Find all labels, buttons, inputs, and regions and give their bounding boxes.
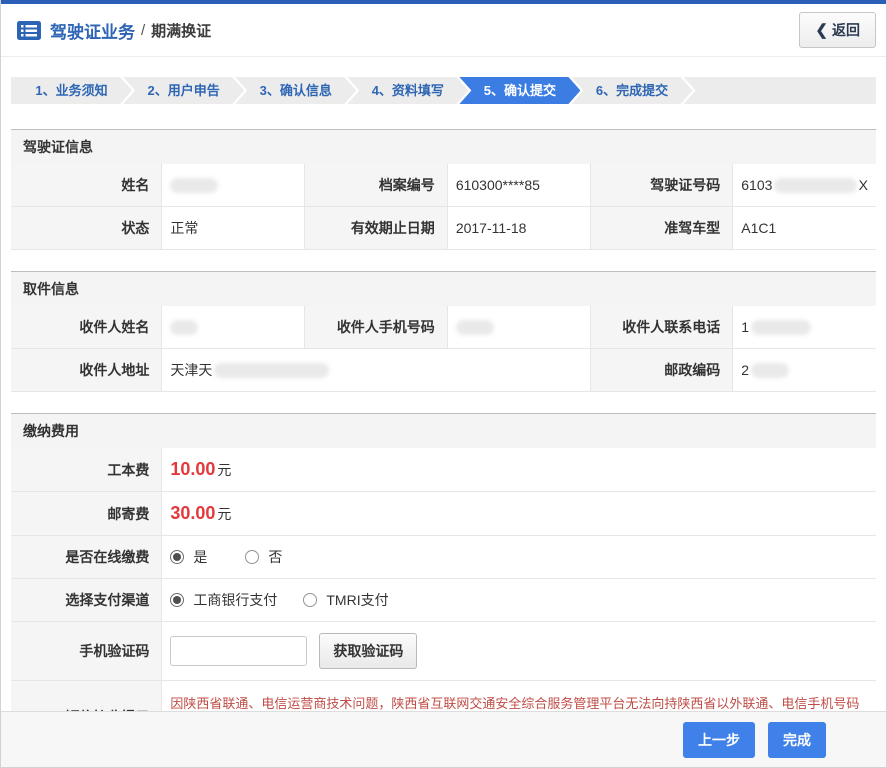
file-no-value: 610300****85 <box>447 164 591 207</box>
breadcrumb-current: 期满换证 <box>151 22 212 40</box>
radio-channel-tmri[interactable] <box>303 593 318 607</box>
payment-channel-options: 工商银行支付 TMRI支付 <box>162 579 876 622</box>
redacted-mobile <box>455 319 494 335</box>
license-no-value: 6103 X <box>733 164 876 207</box>
captcha-label: 手机验证码 <box>11 622 163 681</box>
radio-online-no-label[interactable]: 否 <box>268 547 282 567</box>
step-bar-filler <box>683 77 876 104</box>
status-label: 状态 <box>11 207 163 250</box>
postcode-value: 2 <box>733 349 876 392</box>
online-payment-options: 是 否 <box>162 536 876 579</box>
recipient-phone-value: 1 <box>733 306 876 349</box>
footer-action-bar: 上一步 完成 <box>1 711 886 767</box>
expiry-label: 有效期止日期 <box>305 207 448 250</box>
radio-channel-icbc-label[interactable]: 工商银行支付 <box>193 590 277 610</box>
radio-online-yes[interactable] <box>170 550 185 564</box>
pickup-section-title: 取件信息 <box>11 271 876 306</box>
vehicle-class-label: 准驾车型 <box>590 207 734 250</box>
radio-channel-icbc[interactable] <box>170 593 185 607</box>
previous-step-button[interactable]: 上一步 <box>683 721 755 758</box>
license-section-title: 驾驶证信息 <box>11 129 876 164</box>
postage-amount: 30.00 <box>170 503 216 523</box>
postage-unit: 元 <box>217 505 232 522</box>
redacted-phone <box>751 319 812 335</box>
postage-label: 邮寄费 <box>11 492 163 536</box>
breadcrumb-separator: / <box>141 21 146 39</box>
captcha-row: 手机验证码 获取验证码 <box>11 622 876 681</box>
fee-amount: 10.00 <box>170 459 216 479</box>
step-5-confirm-submit[interactable]: 5、确认提交 <box>459 77 580 104</box>
file-no-label: 档案编号 <box>305 164 448 207</box>
license-no-suffix: X <box>858 177 868 193</box>
list-icon <box>17 20 41 40</box>
step-3-confirm-info[interactable]: 3、确认信息 <box>235 77 356 104</box>
chevron-left-icon: ❮ <box>815 21 828 39</box>
radio-online-no[interactable] <box>245 550 260 564</box>
payment-channel-label: 选择支付渠道 <box>11 579 163 622</box>
redacted-recipient-name <box>170 319 199 335</box>
page-header: 驾驶证业务 / 期满换证 ❮ 返回 <box>1 4 886 57</box>
redacted-address <box>214 362 330 378</box>
page-title: 驾驶证业务 <box>50 22 135 42</box>
recipient-mobile-label: 收件人手机号码 <box>305 306 448 349</box>
back-button-label: 返回 <box>832 22 860 38</box>
online-payment-row: 是否在线缴费 是 否 <box>11 536 876 579</box>
redacted-name <box>170 177 219 193</box>
postage-value: 30.00 元 <box>162 492 876 536</box>
fee-row: 工本费 10.00 元 <box>11 448 876 492</box>
payment-section: 缴纳费用 工本费 10.00 元 邮寄费 30.00 元 是否在线缴费 是 否 <box>11 413 876 754</box>
step-progress-bar: 1、业务须知 2、用户申告 3、确认信息 4、资料填写 5、确认提交 6、完成提… <box>11 77 876 104</box>
name-value <box>162 164 306 207</box>
name-label: 姓名 <box>11 164 163 207</box>
license-no-prefix: 6103 <box>741 177 773 193</box>
fee-label: 工本费 <box>11 448 163 492</box>
phone-prefix: 1 <box>741 319 750 335</box>
recipient-name-label: 收件人姓名 <box>11 306 163 349</box>
step-2-declaration[interactable]: 2、用户申告 <box>123 77 244 104</box>
radio-channel-tmri-label[interactable]: TMRI支付 <box>326 590 388 610</box>
postage-row: 邮寄费 30.00 元 <box>11 492 876 536</box>
step-6-finish[interactable]: 6、完成提交 <box>571 77 692 104</box>
recipient-mobile-value <box>447 306 591 349</box>
page: 驾驶证业务 / 期满换证 ❮ 返回 1、业务须知 2、用户申告 3、确认信息 4… <box>0 0 887 768</box>
license-no-label: 驾驶证号码 <box>590 164 734 207</box>
address-prefix: 天津天 <box>170 362 213 378</box>
finish-button[interactable]: 完成 <box>768 721 826 758</box>
recipient-name-value <box>162 306 306 349</box>
expiry-value: 2017-11-18 <box>447 207 591 250</box>
pickup-table: 收件人姓名 收件人手机号码 收件人联系电话 1 收件人地址 天津天 邮政编码 2 <box>11 306 876 392</box>
license-info-section: 驾驶证信息 姓名 档案编号 610300****85 驾驶证号码 6103 X … <box>11 129 876 250</box>
captcha-field-group: 获取验证码 <box>162 622 876 681</box>
address-value: 天津天 <box>162 349 591 392</box>
address-label: 收件人地址 <box>11 349 163 392</box>
recipient-phone-label: 收件人联系电话 <box>590 306 734 349</box>
license-table: 姓名 档案编号 610300****85 驾驶证号码 6103 X 状态 正常 … <box>11 164 876 250</box>
payment-channel-row: 选择支付渠道 工商银行支付 TMRI支付 <box>11 579 876 622</box>
step-1-notice[interactable]: 1、业务须知 <box>11 77 132 104</box>
postcode-label: 邮政编码 <box>590 349 734 392</box>
payment-section-title: 缴纳费用 <box>11 413 876 448</box>
status-value: 正常 <box>162 207 306 250</box>
get-captcha-button[interactable]: 获取验证码 <box>319 633 418 669</box>
postcode-prefix: 2 <box>741 362 750 378</box>
redacted-postcode <box>751 362 790 378</box>
pickup-info-section: 取件信息 收件人姓名 收件人手机号码 收件人联系电话 1 收件人地址 天津天 邮… <box>11 271 876 392</box>
step-4-fill-data[interactable]: 4、资料填写 <box>347 77 468 104</box>
online-payment-label: 是否在线缴费 <box>11 536 163 579</box>
redacted-license-no <box>774 177 857 193</box>
fee-unit: 元 <box>217 461 232 478</box>
radio-online-yes-label[interactable]: 是 <box>193 547 207 567</box>
back-button[interactable]: ❮ 返回 <box>799 12 876 48</box>
captcha-input[interactable] <box>170 636 308 666</box>
fee-value: 10.00 元 <box>162 448 876 492</box>
vehicle-class-value: A1C1 <box>733 207 876 250</box>
